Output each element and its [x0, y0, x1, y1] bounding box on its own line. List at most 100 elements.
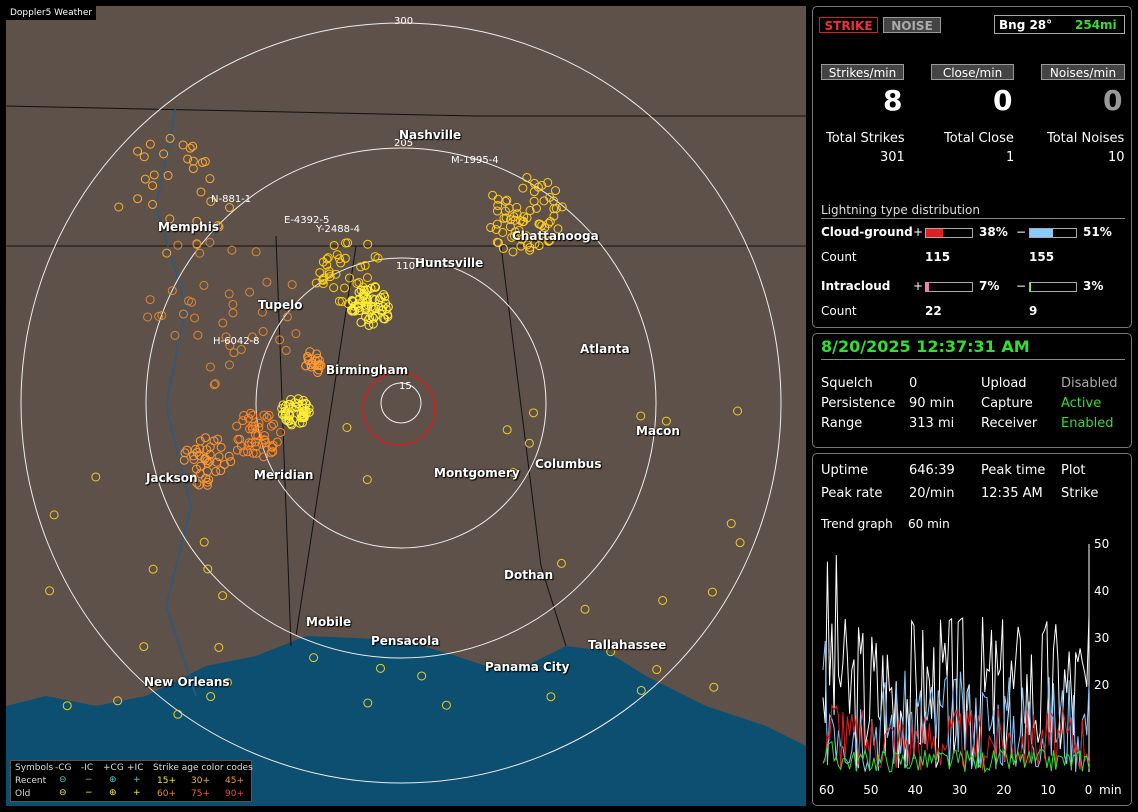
ring-label-110: 110: [396, 261, 416, 272]
info-cell: Strike: [1061, 486, 1099, 501]
plus-sign: +: [913, 279, 924, 293]
strike-stats-panel: STRIKE NOISE Bng 28° 254mi Strikes/min C…: [812, 6, 1132, 328]
strike-marker: [178, 140, 188, 150]
city-label: Columbus: [535, 457, 602, 471]
strike-marker: [735, 538, 745, 548]
minus-sign: −: [1016, 225, 1027, 239]
strike-marker: [251, 247, 261, 257]
info-cell: Peak rate: [821, 486, 883, 501]
intracloud-label: Intracloud: [821, 279, 891, 293]
strike-button[interactable]: STRIKE: [819, 17, 878, 33]
strike-marker: [179, 455, 189, 465]
noises-per-min-value: 0: [1103, 84, 1123, 117]
legend-age-title: Strike age color codes: [153, 763, 253, 773]
noises-per-min-header[interactable]: Noises/min: [1041, 64, 1125, 80]
divider: [821, 359, 1125, 360]
ic-negative-pct: 3%: [1083, 279, 1104, 293]
info-cell: 0: [909, 376, 918, 391]
plus-circle-icon: ⊕: [109, 775, 117, 785]
strike-marker: [187, 297, 197, 307]
map-canvas: [6, 22, 806, 806]
strike-marker: [114, 202, 124, 212]
strike-marker: [228, 308, 238, 318]
strike-marker: [228, 299, 238, 309]
strike-marker: [170, 330, 180, 340]
cg-positive-count: 115: [925, 250, 951, 264]
info-cell: Enabled: [1061, 416, 1114, 431]
strike-marker: [636, 411, 646, 421]
total-close-value: 1: [1006, 150, 1015, 165]
close-per-min-header[interactable]: Close/min: [931, 64, 1014, 80]
info-cell: Upload: [981, 376, 1027, 391]
strike-marker: [281, 345, 291, 355]
x-tick-label: 0: [1085, 783, 1093, 797]
info-cell: 646:39: [909, 463, 955, 478]
datetime: 8/20/2025 12:37:31 AM: [821, 337, 1030, 356]
city-label: Jackson: [146, 471, 198, 485]
ic-positive-count: 22: [925, 304, 942, 318]
strike-marker: [133, 194, 143, 204]
age-code: 75+: [191, 789, 210, 799]
flash-label: M-1995-4: [451, 155, 499, 166]
info-cell: Capture: [981, 396, 1033, 411]
strike-marker: [197, 158, 207, 168]
strike-marker: [707, 587, 717, 597]
strike-marker: [232, 421, 242, 431]
strike-marker: [340, 253, 350, 263]
ic-positive-bar: [925, 282, 973, 292]
strike-marker: [269, 419, 279, 429]
info-cell: Receiver: [981, 416, 1038, 431]
minus-icon: −: [85, 788, 93, 798]
strike-marker: [528, 408, 538, 418]
strike-marker: [329, 283, 339, 293]
status-panel: 8/20/2025 12:37:31 AM Squelch 0 Upload Disa…: [812, 333, 1132, 448]
legend-col: +IC: [127, 763, 144, 773]
strike-marker: [229, 348, 239, 358]
lightning-map[interactable]: Doppler5 Weather 300 205 110 15 M-1995-4…: [6, 6, 806, 806]
strike-marker: [227, 245, 237, 255]
strike-marker: [262, 277, 272, 287]
strike-marker: [342, 422, 352, 432]
x-tick-label: 40: [908, 783, 923, 797]
total-noises-label: Total Noises: [1047, 131, 1125, 146]
cg-positive-pct: 38%: [979, 225, 1008, 239]
strike-marker: [733, 406, 743, 416]
strike-marker: [658, 595, 668, 605]
info-cell: Persistence: [821, 396, 896, 411]
cg-negative-bar: [1029, 228, 1077, 238]
strike-marker: [216, 442, 226, 452]
strike-marker: [139, 152, 149, 162]
strike-marker: [218, 591, 228, 601]
strike-marker: [195, 248, 205, 258]
x-unit-label: min: [1099, 783, 1122, 797]
x-tick-label: 50: [863, 783, 878, 797]
strike-marker: [488, 190, 498, 200]
cg-positive-bar: [925, 228, 973, 238]
strikes-per-min-header[interactable]: Strikes/min: [821, 64, 904, 80]
strike-marker: [345, 273, 355, 283]
cg-negative-pct: 51%: [1083, 225, 1112, 239]
city-label: Montgomery: [434, 466, 520, 480]
legend-col: -CG: [55, 763, 72, 773]
cloud-ground-label: Cloud-ground: [821, 225, 913, 239]
minus-icon: −: [85, 775, 93, 785]
info-cell: Peak time: [981, 463, 1046, 478]
noise-button[interactable]: NOISE: [883, 17, 941, 33]
city-label: Tallahassee: [588, 638, 667, 652]
info-cell: 313 mi: [909, 416, 955, 431]
strike-marker: [148, 181, 158, 191]
strike-marker: [370, 252, 380, 262]
legend-old: Old: [15, 789, 31, 799]
plus-sign: +: [913, 225, 924, 239]
strike-marker: [205, 237, 215, 247]
strike-marker: [486, 223, 496, 233]
strike-marker: [91, 472, 101, 482]
y-tick-label: 30: [1094, 631, 1109, 645]
strike-marker: [551, 186, 561, 196]
strike-marker: [219, 459, 229, 469]
strike-marker: [226, 457, 236, 467]
ring-label-15: 15: [399, 381, 412, 392]
flash-label: H-6042-8: [213, 336, 260, 347]
strike-marker: [182, 445, 192, 455]
ic-negative-count: 9: [1029, 304, 1038, 318]
